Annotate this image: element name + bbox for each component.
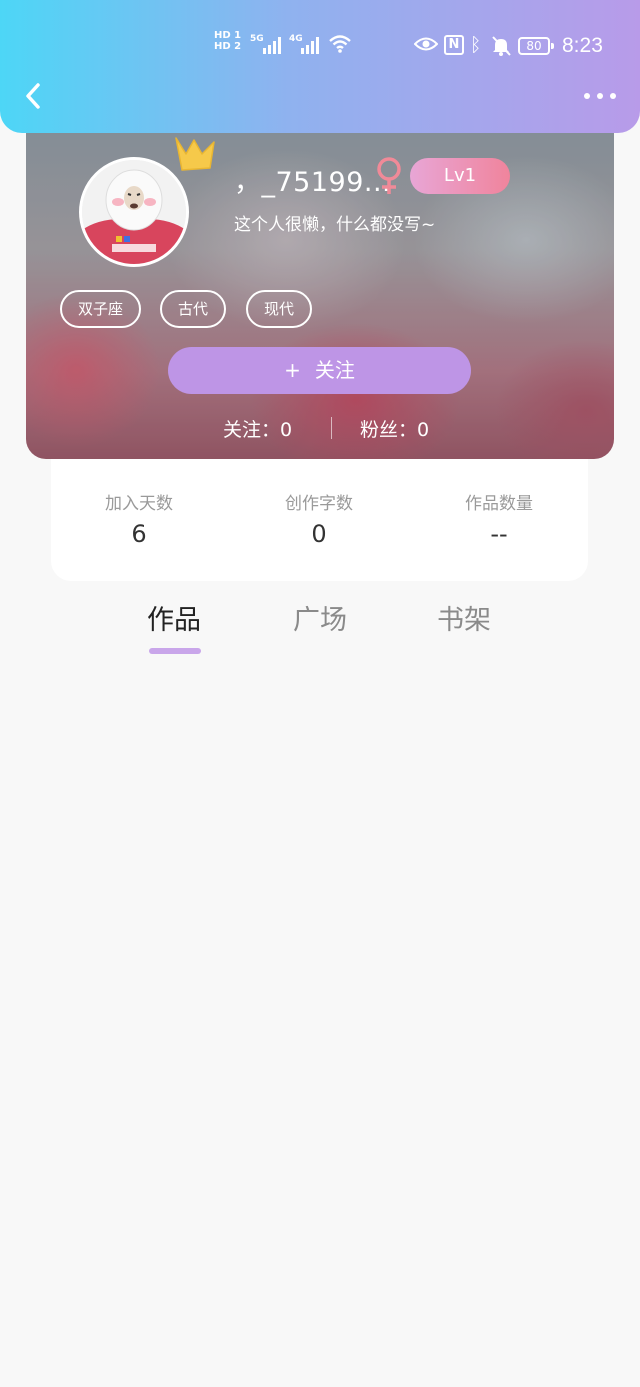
status-bar: HD 1 HD 2 5G 4G N ᛒ 80 8:23 <box>0 28 640 68</box>
tag-zodiac[interactable]: 双子座 <box>60 290 142 328</box>
divider <box>331 417 332 439</box>
fans-label: 粉丝： <box>360 419 418 441</box>
signal-bars-icon <box>301 37 319 54</box>
bluetooth-icon: ᛒ <box>470 34 482 56</box>
level-badge: Lv1 <box>410 158 510 194</box>
stat-label: 创作字数 <box>285 494 353 514</box>
hd-indicator: HD 1 HD 2 <box>214 30 241 52</box>
female-icon <box>377 157 401 194</box>
stat-label: 加入天数 <box>105 494 173 514</box>
tab-square[interactable]: 广场 <box>270 598 370 637</box>
plus-icon: + <box>284 358 301 382</box>
following-label: 关注： <box>223 419 281 441</box>
tab-bar: 作品 广场 书架 <box>0 598 640 658</box>
more-dot <box>597 93 603 99</box>
signal-bars-icon <box>263 37 281 54</box>
tab-bookshelf[interactable]: 书架 <box>414 598 514 637</box>
bio-text: 这个人很懒，什么都没写~ <box>234 215 436 235</box>
username: ，_75199... <box>234 167 392 198</box>
follow-label: 关注 <box>314 358 355 382</box>
stat-works-count: 作品数量 -- <box>439 489 559 548</box>
hd2-label: HD 2 <box>214 41 242 52</box>
fans-count[interactable]: 粉丝：0 <box>360 415 429 442</box>
hd1-label: HD 1 <box>214 30 242 41</box>
crown-icon <box>175 137 215 171</box>
more-options-button[interactable] <box>580 88 620 104</box>
top-header: HD 1 HD 2 5G 4G N ᛒ 80 8:23 <box>0 0 640 133</box>
following-count[interactable]: 关注：0 <box>223 415 292 442</box>
eye-icon <box>414 37 438 51</box>
fans-value: 0 <box>417 419 430 441</box>
tag-genre-modern[interactable]: 现代 <box>246 290 313 328</box>
stat-days-joined: 加入天数 6 <box>79 489 199 548</box>
stat-value: 6 <box>131 520 147 548</box>
tab-indicator <box>149 648 201 654</box>
stat-value: -- <box>490 520 508 548</box>
following-value: 0 <box>280 419 293 441</box>
back-arrow-icon[interactable] <box>20 80 50 112</box>
more-dot <box>584 93 590 99</box>
profile-card: ，_75199... Lv1 这个人很懒，什么都没写~ 双子座 古代 现代 + 关… <box>26 110 614 459</box>
stat-word-count: 创作字数 0 <box>259 489 379 548</box>
stats-card: 加入天数 6 创作字数 0 作品数量 -- <box>51 459 588 581</box>
tab-works[interactable]: 作品 <box>124 598 224 637</box>
stat-value: 0 <box>311 520 327 548</box>
clock: 8:23 <box>562 34 603 57</box>
wifi-icon <box>329 35 351 53</box>
nfc-icon: N <box>444 35 464 55</box>
battery-indicator: 80 <box>518 37 554 55</box>
more-dot <box>610 93 616 99</box>
follow-button[interactable]: + 关注 <box>168 347 471 394</box>
bell-muted-icon <box>492 36 511 56</box>
tab-content-area <box>0 670 640 1387</box>
tag-genre-ancient[interactable]: 古代 <box>160 290 227 328</box>
stat-label: 作品数量 <box>465 494 533 514</box>
